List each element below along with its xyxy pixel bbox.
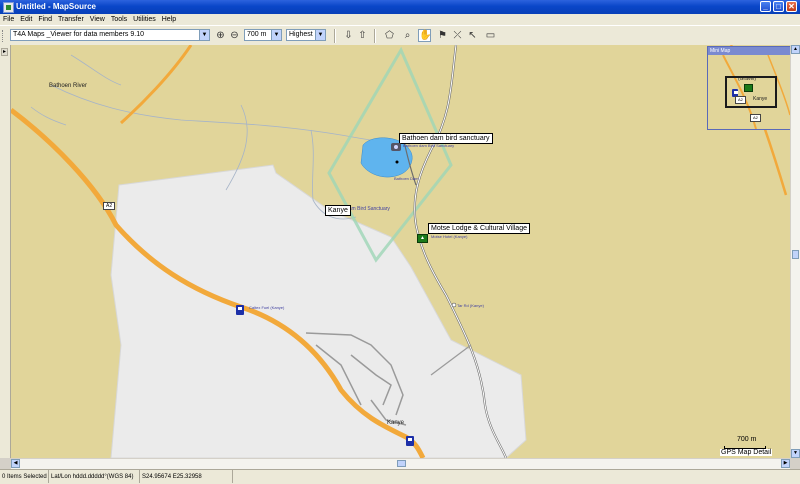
label-bathoen-river: Bathoen River [49, 83, 88, 89]
horizontal-scrollbar[interactable]: ◀ ▶ [11, 458, 790, 469]
overview-a2-shield-lower: A2 [750, 114, 761, 122]
scale-label: 700 m [737, 436, 757, 443]
menu-find[interactable]: Find [35, 14, 55, 25]
route-tool-icon[interactable]: ⤫ [451, 29, 464, 42]
status-selection: 0 Items Selected [0, 470, 49, 483]
chevron-down-icon[interactable]: ▼ [315, 30, 325, 40]
menu-view[interactable]: View [87, 14, 108, 25]
menu-edit[interactable]: Edit [17, 14, 35, 25]
menu-help[interactable]: Help [159, 14, 179, 25]
expand-panel-icon[interactable]: ▸ [1, 48, 8, 56]
overview-label-kanye: Kanye [753, 96, 768, 102]
overview-map[interactable]: Mini Map (Gravel) A2 Kanye A2 [707, 46, 790, 130]
scale-select[interactable]: 700 m ▼ [244, 29, 282, 41]
toolbar: T4A Maps _Viewer for data members 9.10 ▼… [0, 25, 800, 47]
scroll-down-icon[interactable]: ▼ [791, 449, 800, 458]
map-detail-label: GPS Map Detail [720, 449, 773, 456]
map-view[interactable]: Bathoen River Bathoen dam bird sanctuary… [11, 45, 790, 458]
tar-road-marker [451, 302, 457, 308]
overview-lodge-icon [744, 84, 753, 92]
chevron-down-icon[interactable]: ▼ [199, 30, 209, 40]
left-dock-strip: ▸ [0, 45, 11, 458]
label-kanye-town: Kanye [387, 420, 405, 426]
toolbar-grip[interactable] [2, 30, 6, 42]
map-canvas[interactable] [11, 45, 790, 458]
scroll-right-icon[interactable]: ▶ [781, 459, 790, 468]
a2-road-shield: A2 [103, 202, 116, 210]
maximize-button[interactable]: □ [773, 1, 784, 12]
status-coordinates: S24.95674 E25.32958 [140, 470, 233, 483]
label-caltex-fuel: Caltex Fuel (Kanye) [249, 305, 285, 310]
menu-transfer[interactable]: Transfer [55, 14, 87, 25]
product-select-value: T4A Maps _Viewer for data members 9.10 [13, 31, 144, 38]
label-motse-lodge[interactable]: Motse Lodge & Cultural Village [428, 223, 530, 234]
chevron-down-icon[interactable]: ▼ [271, 30, 281, 40]
scroll-up-icon[interactable]: ▲ [791, 45, 800, 54]
fuel-pump-icon[interactable] [406, 436, 414, 446]
overview-map-title: Mini Map [708, 47, 790, 55]
title-bar: Untitled - MapSource _ □ ✕ [0, 0, 800, 14]
close-button[interactable]: ✕ [786, 1, 797, 12]
product-select[interactable]: T4A Maps _Viewer for data members 9.10 ▼ [10, 29, 210, 41]
zoom-out-icon[interactable]: ⊖ [228, 29, 241, 42]
waypoint-tool-icon[interactable]: ⚑ [436, 29, 449, 42]
selection-tool-icon[interactable]: ↖ [466, 29, 479, 42]
detail-select[interactable]: Highest ▼ [286, 29, 326, 41]
toolbar-separator [334, 29, 336, 43]
send-to-device-icon[interactable]: ⇧ [356, 29, 369, 42]
label-kanye-box[interactable]: Kanye [325, 205, 351, 216]
zoom-tool-icon[interactable]: ⌕ [401, 29, 414, 42]
overview-a2-shield-upper: A2 [735, 96, 746, 104]
camera-icon[interactable] [391, 143, 401, 151]
vertical-scroll-thumb[interactable] [792, 250, 799, 259]
lodge-icon[interactable]: ▲ [417, 234, 428, 243]
status-bar: 0 Items Selected Lat/Lon hddd.ddddd°(WGS… [0, 469, 800, 484]
label-tar-road: Tar Rd (Kanye) [457, 303, 484, 308]
overview-map-canvas[interactable] [708, 55, 790, 129]
map-scale: 700 m [719, 436, 775, 449]
window-title: Untitled - MapSource [16, 2, 97, 11]
vertical-scrollbar[interactable]: ▲ ▼ [790, 45, 800, 458]
mapsource-app-icon [3, 2, 14, 13]
label-bathoen-dam: Bathoen Dam [394, 176, 419, 181]
menu-bar: File Edit Find Transfer View Tools Utilities He… [0, 14, 800, 25]
fuel-pump-icon[interactable] [236, 305, 244, 315]
menu-utilities[interactable]: Utilities [130, 14, 159, 25]
horizontal-scroll-thumb[interactable] [397, 460, 406, 467]
hand-tool-icon[interactable]: ✋ [418, 29, 431, 42]
menu-file[interactable]: File [0, 14, 17, 25]
receive-from-device-icon[interactable]: ⇩ [342, 29, 355, 42]
toolbar-separator [374, 29, 376, 43]
scroll-left-icon[interactable]: ◀ [11, 459, 20, 468]
label-motse-hotel: Motse Hotel (Kanye) [431, 234, 468, 239]
status-coord-format: Lat/Lon hddd.ddddd°(WGS 84) [49, 470, 140, 483]
measure-tool-icon[interactable]: ▭ [484, 29, 497, 42]
zoom-in-icon[interactable]: ⊕ [214, 29, 227, 42]
map-tool-icon[interactable]: ⬠ [383, 29, 396, 42]
minimize-button[interactable]: _ [760, 1, 771, 12]
menu-tools[interactable]: Tools [108, 14, 130, 25]
label-bathoen-sanctuary-sub: Bathoen dam Bird Sanctuary [403, 143, 455, 148]
scale-select-value: 700 m [247, 31, 267, 38]
overview-label-gravel: (Gravel) [738, 76, 757, 82]
detail-select-value: Highest [289, 31, 313, 38]
dam-marker-dot [395, 160, 399, 164]
